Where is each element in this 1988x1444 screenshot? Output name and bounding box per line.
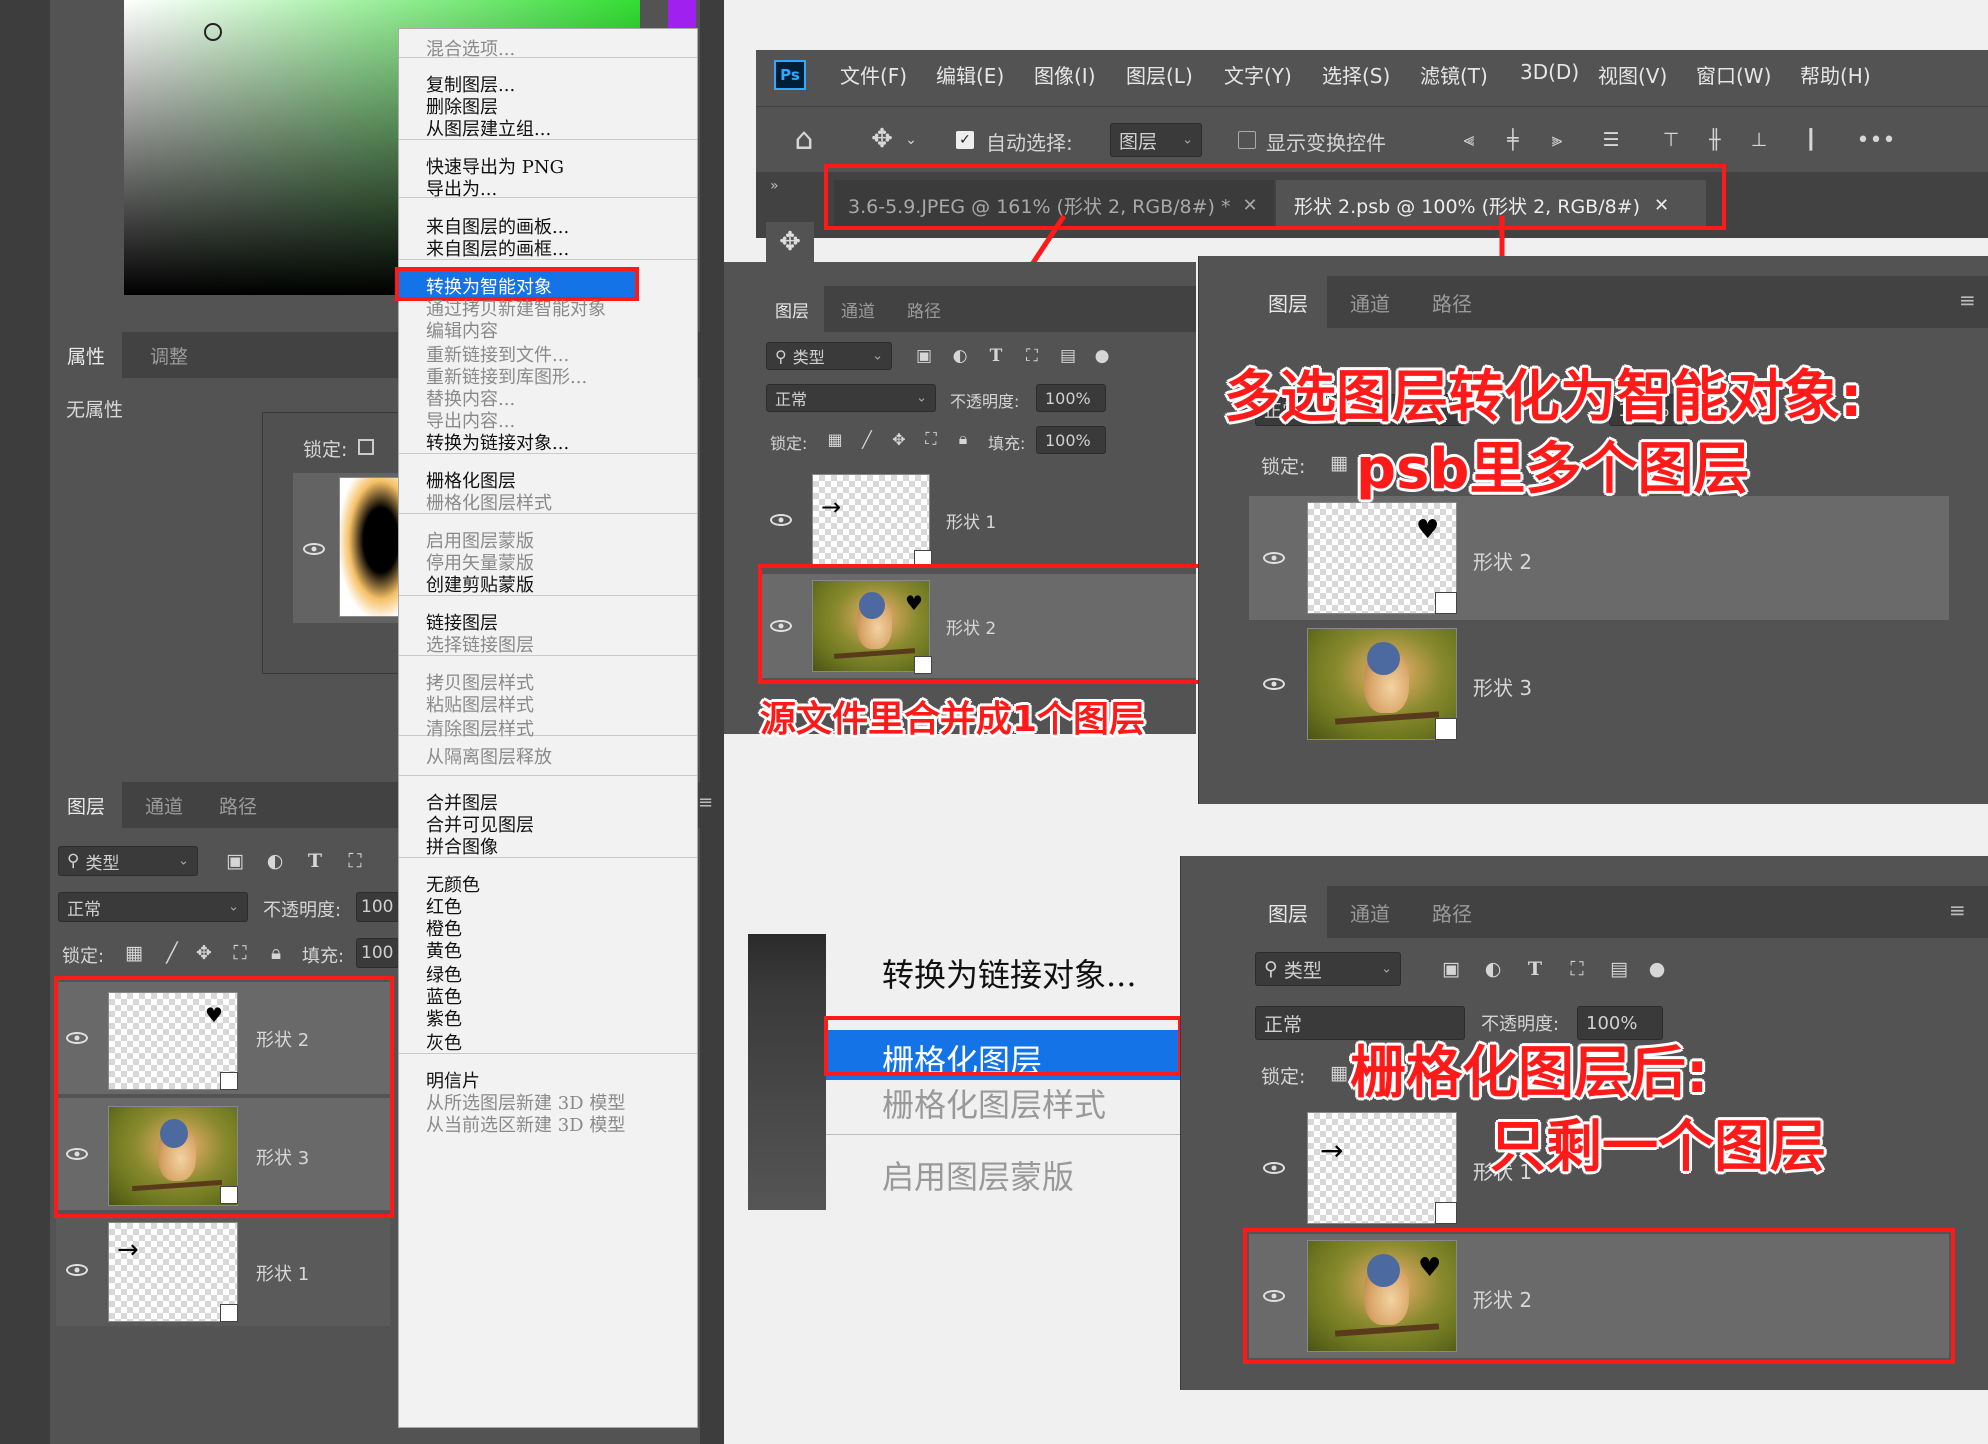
layer-row[interactable]: 形状 3 <box>1249 622 1949 746</box>
shape-filter-icon[interactable]: ⛶ <box>1020 342 1044 370</box>
raster-layer-highlight-box <box>1243 1228 1955 1364</box>
lock-label: 锁定: <box>1261 456 1306 478</box>
lock-transparent-icon[interactable]: ▦ <box>824 426 846 452</box>
annotation-multi-select-2: psb里多个图层 <box>1356 437 1750 502</box>
tab-layers-label: 图层 <box>1268 901 1308 926</box>
smart-object-badge-icon <box>1435 718 1457 740</box>
pixel-filter-icon[interactable]: ▣ <box>912 342 936 370</box>
chevron-down-icon: ⌄ <box>1381 961 1392 977</box>
layer-thumbnail: → <box>812 474 930 566</box>
psb-layers-panel: 图层 通道 路径 ≡ 正常 100% 锁定: ▦ ♥ 形状 2 形状 3 <box>1198 256 1988 804</box>
visibility-eye-icon[interactable] <box>1263 678 1285 690</box>
chevron-down-icon: ⌄ <box>916 390 927 406</box>
layer-name[interactable]: 形状 1 <box>946 508 996 533</box>
tab-layers-label: 图层 <box>1268 291 1308 316</box>
tab-layers-label: 图层 <box>775 301 809 322</box>
visibility-eye-icon[interactable] <box>770 514 792 526</box>
tab-paths[interactable]: 路径 <box>892 286 956 332</box>
arrow-right-icon: → <box>821 493 842 521</box>
source-layers-panel: 图层 通道 路径 ⚲ 类型 ⌄ ▣ ◐ T ⛶ ▤ ● 正常 ⌄ 不透明度: 100%… <box>724 262 1202 734</box>
heart-icon: ♥ <box>1416 515 1440 545</box>
filter-toggle-icon[interactable]: ● <box>1643 952 1671 986</box>
smart-filter-icon[interactable]: ▤ <box>1056 342 1080 370</box>
visibility-eye-icon[interactable] <box>1263 1162 1285 1174</box>
blend-mode-value: 正常 <box>1264 1013 1303 1036</box>
tab-paths[interactable]: 路径 <box>1413 276 1491 328</box>
annotation-merged-source: 源文件里合并成1个图层 <box>760 699 1146 740</box>
smart-filter-icon[interactable]: ▤ <box>1605 952 1633 986</box>
tab-layers[interactable]: 图层 <box>1249 886 1327 938</box>
opacity-label: 不透明度: <box>950 392 1020 411</box>
tab-channels[interactable]: 通道 <box>826 286 890 332</box>
panel-menu-icon[interactable]: ≡ <box>1959 288 1976 312</box>
blend-mode-value: 正常 <box>775 390 808 409</box>
tab-channels-label: 通道 <box>841 301 875 322</box>
fill-label: 填充: <box>988 434 1026 453</box>
shape-badge-icon <box>1435 1202 1457 1224</box>
filter-kind-value: 类型 <box>1283 959 1322 982</box>
search-icon: ⚲ <box>1264 958 1278 980</box>
zoom-menu-left-strip <box>748 934 826 1210</box>
tab-paths-label: 路径 <box>1432 291 1472 316</box>
lock-brush-icon[interactable]: ╱ <box>856 426 878 452</box>
lock-all-icon[interactable]: 🔒︎ <box>952 426 974 452</box>
annotation-raster-1: 栅格化图层后: <box>1350 1041 1709 1106</box>
tab-paths-label: 路径 <box>907 301 941 322</box>
tab-channels-label: 通道 <box>1350 291 1390 316</box>
opacity-value: 100% <box>1045 388 1091 408</box>
tab-channels[interactable]: 通道 <box>1331 886 1409 938</box>
layer-name[interactable]: 形状 3 <box>1473 672 1532 701</box>
menu-separator <box>826 1134 1180 1135</box>
adjustment-filter-icon[interactable]: ◐ <box>1479 952 1507 986</box>
blend-mode-dropdown[interactable]: 正常 ⌄ <box>766 384 936 412</box>
search-icon: ⚲ <box>775 346 787 366</box>
filter-kind-dropdown[interactable]: ⚲ 类型 ⌄ <box>1255 952 1401 986</box>
lock-transparent-icon[interactable]: ▦ <box>1327 448 1351 478</box>
annotation-multi-select-1: 多选图层转化为智能对象: <box>1224 365 1863 430</box>
filter-toggle-icon[interactable]: ● <box>1090 342 1114 370</box>
filter-kind-value: 类型 <box>792 348 825 367</box>
lock-transparent-icon[interactable]: ▦ <box>1327 1058 1351 1088</box>
raster-tabbar: 图层 通道 路径 ≡ <box>1249 886 1988 938</box>
rasterize-highlight-box <box>824 1016 1182 1076</box>
chevron-down-icon: ⌄ <box>872 348 883 364</box>
lock-label: 锁定: <box>770 434 808 453</box>
lock-move-icon[interactable]: ✥ <box>888 426 910 452</box>
fill-value: 100% <box>1045 430 1091 450</box>
tab-layers[interactable]: 图层 <box>760 286 824 332</box>
menu-item-rasterize-style[interactable]: 栅格化图层样式 <box>882 1080 1106 1126</box>
adjustment-filter-icon[interactable]: ◐ <box>948 342 972 370</box>
merged-layer-highlight-box <box>758 564 1202 684</box>
panel-menu-icon[interactable]: ≡ <box>1949 898 1966 922</box>
shape-badge-icon <box>1435 592 1457 614</box>
tab-channels-label: 通道 <box>1350 901 1390 926</box>
type-filter-icon[interactable]: T <box>1521 952 1549 986</box>
tab-paths[interactable]: 路径 <box>1413 886 1491 938</box>
tab-paths-label: 路径 <box>1432 901 1472 926</box>
shape-filter-icon[interactable]: ⛶ <box>1563 952 1591 986</box>
filter-kind-dropdown[interactable]: ⚲ 类型 ⌄ <box>766 342 892 370</box>
arrow-right-icon: → <box>1320 1134 1344 1167</box>
psb-tabbar: 图层 通道 路径 ≡ <box>1249 276 1988 328</box>
layer-row[interactable]: → 形状 1 <box>760 468 1196 572</box>
source-tabbar: 图层 通道 路径 <box>760 286 1196 332</box>
pixel-filter-icon[interactable]: ▣ <box>1437 952 1465 986</box>
fill-field[interactable]: 100% <box>1036 426 1106 454</box>
tab-channels[interactable]: 通道 <box>1331 276 1409 328</box>
lock-label: 锁定: <box>1261 1066 1306 1088</box>
layer-name[interactable]: 形状 2 <box>1473 546 1532 575</box>
menu-item-convert-linked[interactable]: 转换为链接对象... <box>882 950 1137 996</box>
opacity-field[interactable]: 100% <box>1036 384 1106 412</box>
annotation-raster-2: 只剩一个图层 <box>1490 1115 1826 1180</box>
visibility-eye-icon[interactable] <box>1263 552 1285 564</box>
lock-artboard-icon[interactable]: ⛶ <box>920 426 942 452</box>
type-filter-icon[interactable]: T <box>984 342 1008 370</box>
menu-item-enable-mask[interactable]: 启用图层蒙版 <box>882 1152 1074 1198</box>
layer-row[interactable]: ♥ 形状 2 <box>1249 496 1949 620</box>
tab-layers[interactable]: 图层 <box>1249 276 1327 328</box>
